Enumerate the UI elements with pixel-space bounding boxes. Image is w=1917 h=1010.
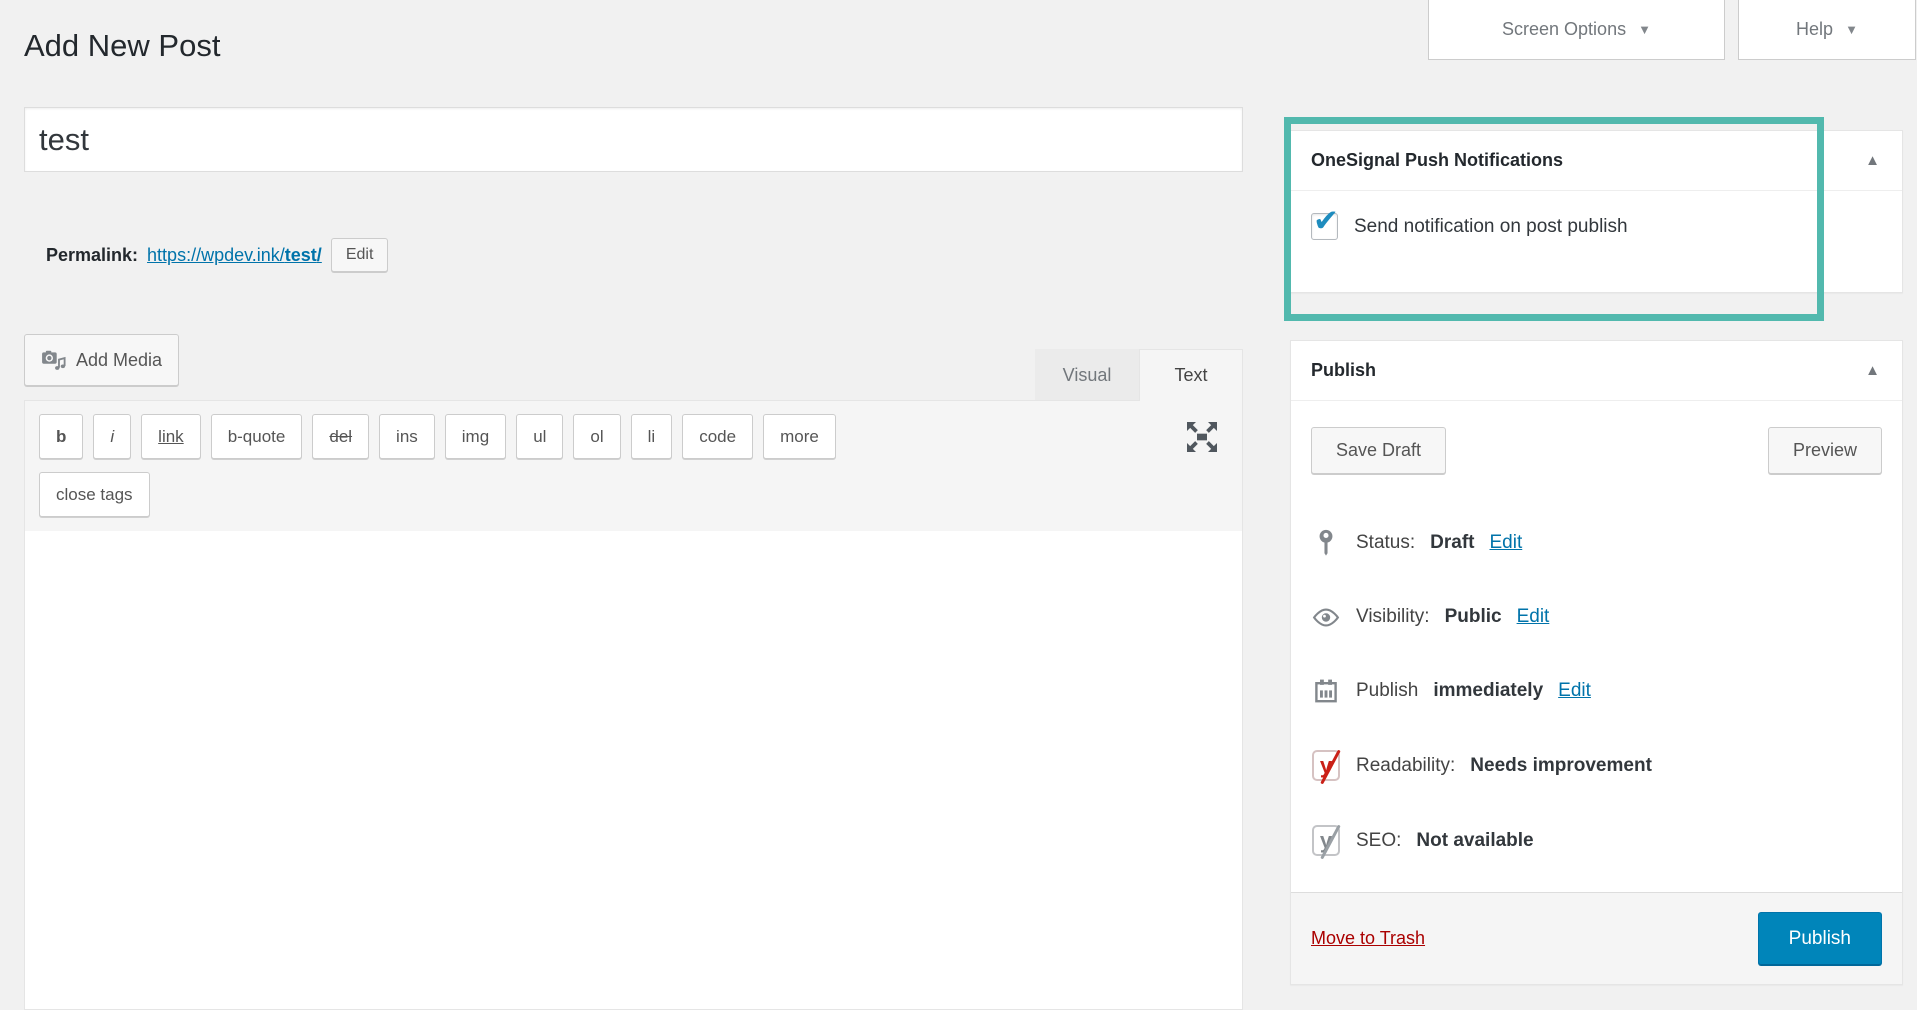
readability-row: y Readability: Needs improvement: [1311, 750, 1882, 781]
schedule-value: immediately: [1433, 676, 1543, 706]
publish-box-title: Publish: [1311, 360, 1376, 381]
add-media-button[interactable]: Add Media: [24, 334, 179, 386]
tab-text[interactable]: Text: [1139, 349, 1243, 401]
seo-label: SEO:: [1356, 826, 1401, 856]
qt-button-code[interactable]: code: [682, 414, 753, 459]
add-media-label: Add Media: [76, 350, 162, 371]
collapse-icon[interactable]: ▲: [1863, 362, 1882, 379]
onesignal-metabox: OneSignal Push Notifications ▲ ✔ Send no…: [1290, 130, 1903, 293]
chevron-down-icon: ▼: [1638, 22, 1651, 37]
schedule-edit-link[interactable]: Edit: [1558, 676, 1591, 706]
chevron-down-icon: ▼: [1845, 22, 1858, 37]
quicktags-toolbar: b i link b-quote del ins img ul ol li co…: [25, 401, 1242, 531]
qt-button-ul[interactable]: ul: [516, 414, 563, 459]
fullscreen-button[interactable]: [1182, 417, 1222, 457]
status-label: Status:: [1356, 528, 1415, 558]
publish-button[interactable]: Publish: [1758, 912, 1882, 966]
yoast-readability-icon: y: [1311, 750, 1341, 781]
status-value: Draft: [1430, 528, 1474, 558]
post-title-input[interactable]: [24, 107, 1243, 172]
yoast-seo-icon: y: [1311, 825, 1341, 856]
qt-button-more[interactable]: more: [763, 414, 836, 459]
checkbox-check-icon: ✔: [1313, 205, 1339, 236]
qt-button-bquote[interactable]: b-quote: [211, 414, 303, 459]
qt-button-img[interactable]: img: [445, 414, 506, 459]
permalink-label: Permalink:: [46, 245, 138, 266]
onesignal-title: OneSignal Push Notifications: [1311, 150, 1563, 171]
save-draft-button[interactable]: Save Draft: [1311, 427, 1446, 474]
collapse-icon[interactable]: ▲: [1863, 152, 1882, 169]
post-content-textarea[interactable]: [25, 531, 1242, 1009]
visibility-label: Visibility:: [1356, 602, 1430, 632]
screen-options-label: Screen Options: [1502, 19, 1626, 40]
qt-button-li[interactable]: li: [631, 414, 673, 459]
status-edit-link[interactable]: Edit: [1490, 528, 1523, 558]
readability-value: Needs improvement: [1470, 751, 1652, 781]
preview-button[interactable]: Preview: [1768, 427, 1882, 474]
send-notification-label: Send notification on post publish: [1354, 216, 1628, 238]
permalink-link[interactable]: https://wpdev.ink/test/: [147, 245, 322, 266]
publish-metabox: Publish ▲ Save Draft Preview Status: Dra…: [1290, 340, 1903, 985]
permalink: Permalink: https://wpdev.ink/test/ Edit: [46, 238, 388, 272]
eye-icon: [1311, 608, 1341, 627]
seo-value: Not available: [1416, 826, 1533, 856]
move-to-trash-link[interactable]: Move to Trash: [1311, 928, 1425, 949]
send-notification-checkbox[interactable]: ✔: [1311, 213, 1338, 240]
permalink-suffix: /: [317, 245, 322, 265]
qt-button-bold[interactable]: b: [39, 414, 83, 459]
schedule-row: Publish immediately Edit: [1311, 676, 1882, 706]
media-icon: [41, 349, 67, 371]
status-row: Status: Draft Edit: [1311, 528, 1882, 558]
qt-button-ins[interactable]: ins: [379, 414, 435, 459]
qt-button-del[interactable]: del: [312, 414, 369, 459]
screen-options-tab[interactable]: Screen Options ▼: [1428, 0, 1725, 60]
visibility-row: Visibility: Public Edit: [1311, 602, 1882, 632]
text-editor: b i link b-quote del ins img ul ol li co…: [24, 400, 1243, 1010]
qt-button-close-tags[interactable]: close tags: [39, 472, 150, 517]
page-title: Add New Post: [24, 28, 220, 64]
seo-row: y SEO: Not available: [1311, 825, 1882, 856]
qt-button-italic[interactable]: i: [93, 414, 131, 459]
qt-button-ol[interactable]: ol: [573, 414, 620, 459]
permalink-slug: test: [285, 245, 317, 265]
schedule-label: Publish: [1356, 676, 1418, 706]
help-tab[interactable]: Help ▼: [1738, 0, 1916, 60]
permalink-edit-button[interactable]: Edit: [331, 238, 389, 272]
readability-label: Readability:: [1356, 751, 1455, 781]
permalink-url-prefix: https://wpdev.ink/: [147, 245, 285, 265]
visibility-value: Public: [1445, 602, 1502, 632]
key-icon: [1311, 529, 1341, 557]
visibility-edit-link[interactable]: Edit: [1517, 602, 1550, 632]
tab-visual[interactable]: Visual: [1035, 349, 1139, 401]
help-label: Help: [1796, 19, 1833, 40]
fullscreen-expand-icon: [1182, 445, 1222, 460]
calendar-icon: [1311, 678, 1341, 704]
qt-button-link[interactable]: link: [141, 414, 201, 459]
